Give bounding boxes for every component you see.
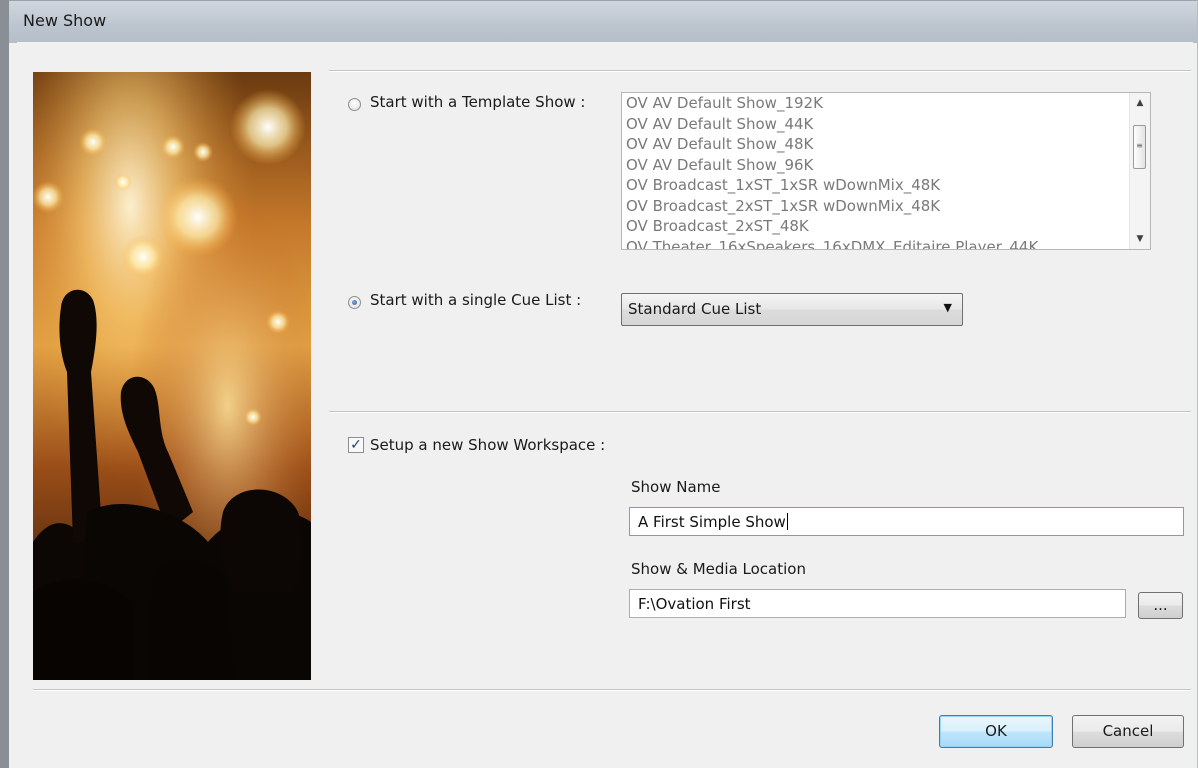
template-option-label[interactable]: Start with a Template Show : [370,93,585,111]
location-input[interactable]: F:\Ovation First [629,589,1126,618]
list-item[interactable]: OV Broadcast_1xST_1xSR wDownMix_48K [622,175,1150,196]
list-item[interactable]: OV AV Default Show_192K [622,93,1150,114]
list-item[interactable]: OV Broadcast_2xST_48K [622,216,1150,237]
top-divider [329,70,1191,72]
scroll-up-icon[interactable]: ▲ [1130,93,1150,113]
template-radio[interactable] [348,98,361,111]
bottom-divider [33,689,1191,691]
workspace-checkbox[interactable]: ✓ [348,437,364,453]
scroll-thumb[interactable]: ≡ [1133,125,1146,169]
cuelist-radio[interactable] [348,296,361,309]
template-show-list[interactable]: OV AV Default Show_192K OV AV Default Sh… [621,92,1151,250]
location-label: Show & Media Location [631,560,806,578]
list-scrollbar[interactable]: ▲ ≡ ▼ [1129,93,1150,249]
title-bar[interactable]: New Show [9,0,1197,43]
list-item[interactable]: OV AV Default Show_96K [622,155,1150,176]
text-caret [786,513,788,530]
cuelist-dropdown[interactable]: Standard Cue List ▼ [621,293,963,326]
list-item[interactable]: OV AV Default Show_44K [622,114,1150,135]
checkmark-icon: ✓ [350,437,362,453]
browse-button[interactable]: ... [1138,592,1183,619]
middle-divider [329,411,1191,413]
window-title: New Show [23,11,107,30]
list-item[interactable]: OV Broadcast_2xST_1xSR wDownMix_48K [622,196,1150,217]
list-item[interactable]: OV Theater_16xSpeakers_16xDMX_Editaire P… [622,237,1150,250]
new-show-dialog: New Show Start with a Template Show: OV… [0,0,1198,768]
cuelist-option-label[interactable]: Start with a single Cue List : [370,291,581,309]
concert-crowd-image [33,72,311,680]
show-name-input[interactable]: A First Simple Show [629,507,1184,536]
chevron-down-icon: ▼ [943,301,952,314]
location-value: F:\Ovation First [638,595,751,613]
show-name-label: Show Name [631,478,721,496]
cancel-button[interactable]: Cancel [1072,715,1184,748]
workspace-checkbox-label[interactable]: Setup a new Show Workspace : [370,436,605,454]
dialog-body: Start with a Template Show : OV AV Defau… [17,42,1193,758]
scroll-down-icon[interactable]: ▼ [1130,229,1150,249]
ok-button[interactable]: OK [939,715,1053,748]
cuelist-selected-value: Standard Cue List [628,300,762,318]
list-item[interactable]: OV AV Default Show_48K [622,134,1150,155]
show-name-value: A First Simple Show [638,513,786,531]
